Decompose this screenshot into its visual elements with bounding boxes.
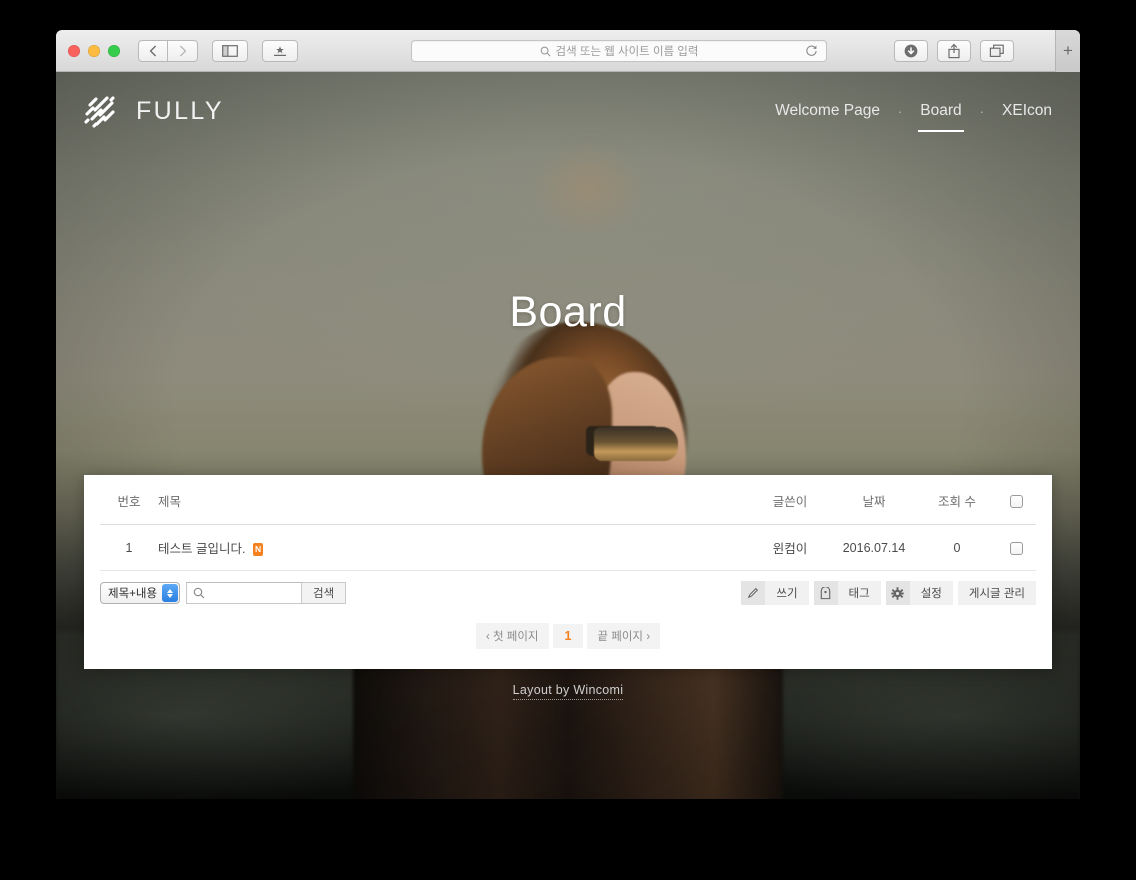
board-table: 번호 제목 글쓴이 날짜 조회 수 1 테스트 글입니다. N 윈컴이 2016… (100, 475, 1036, 571)
page-viewport: FULLY Welcome Page · Board · XEIcon Boar… (56, 72, 1080, 799)
row-hits: 0 (918, 524, 996, 571)
navigation-buttons (138, 39, 198, 62)
reload-button[interactable] (805, 44, 818, 63)
new-tab-button[interactable]: + (1055, 30, 1080, 72)
nav-separator-2: · (979, 103, 985, 119)
share-icon (948, 43, 960, 59)
chevron-left-icon (149, 45, 157, 56)
downloads-button[interactable] (894, 40, 928, 62)
board-toolbar: 제목+내용 검색 쓰기 태그 설정 게시글 관리 (100, 571, 1036, 617)
share-button[interactable] (937, 40, 971, 62)
row-date: 2016.07.14 (830, 524, 918, 571)
tag-icon (813, 581, 838, 605)
table-header-row: 번호 제목 글쓴이 날짜 조회 수 (100, 475, 1036, 525)
hero-section: Board (56, 150, 1080, 475)
nav-item-board[interactable]: Board (918, 98, 965, 132)
download-icon (904, 44, 918, 58)
chevron-right-icon: › (646, 631, 651, 643)
chevron-right-icon (179, 45, 186, 56)
tag-button[interactable]: 태그 (813, 581, 881, 605)
back-button[interactable] (138, 39, 168, 62)
last-page-label: 끝 페이지 (597, 631, 643, 643)
main-navigation: Welcome Page · Board · XEIcon (773, 98, 1054, 132)
column-header-hits: 조회 수 (918, 475, 996, 525)
tab-overview-icon (989, 44, 1004, 57)
star-in-box-icon (274, 45, 286, 56)
bookmarks-button[interactable] (262, 39, 298, 62)
write-post-label: 쓰기 (776, 588, 798, 600)
nav-item-xeicon[interactable]: XEIcon (1000, 98, 1054, 124)
zoom-window-button[interactable] (108, 44, 120, 57)
toolbar-right-buttons (894, 40, 1014, 62)
board-table-body: 1 테스트 글입니다. N 윈컴이 2016.07.14 0 (100, 524, 1036, 571)
brand[interactable]: FULLY (80, 91, 224, 131)
search-target-selected-label: 제목+내용 (108, 588, 158, 600)
pagination: ‹ 첫 페이지 1 끝 페이지 › (100, 617, 1036, 669)
column-header-date: 날짜 (830, 475, 918, 525)
board-panel: 번호 제목 글쓴이 날짜 조회 수 1 테스트 글입니다. N 윈컴이 2016… (84, 475, 1052, 669)
table-row: 1 테스트 글입니다. N 윈컴이 2016.07.14 0 (100, 524, 1036, 571)
address-bar[interactable]: 검색 또는 웹 사이트 이름 입력 (411, 40, 827, 62)
minimize-window-button[interactable] (88, 44, 100, 57)
close-window-button[interactable] (68, 44, 80, 57)
footer-credit-link[interactable]: Layout by Wincomi (512, 683, 624, 700)
search-field-wrap[interactable] (186, 582, 303, 604)
manage-posts-button[interactable]: 게시글 관리 (957, 581, 1036, 605)
nav-item-welcome-page[interactable]: Welcome Page (773, 98, 882, 124)
row-select-cell (996, 524, 1036, 571)
page-number-1[interactable]: 1 (552, 624, 584, 648)
page-title: Board (509, 288, 627, 336)
row-title-cell: 테스트 글입니다. N (158, 524, 750, 571)
row-title-link[interactable]: 테스트 글입니다. (158, 542, 245, 556)
search-icon (193, 587, 205, 599)
column-header-author: 글쓴이 (750, 475, 830, 525)
address-bar-placeholder: 검색 또는 웹 사이트 이름 입력 (555, 46, 699, 58)
site-header: FULLY Welcome Page · Board · XEIcon (56, 72, 1080, 150)
search-submit-button[interactable]: 검색 (302, 582, 347, 604)
chevron-down-icon (167, 593, 174, 598)
write-post-button[interactable]: 쓰기 (741, 581, 809, 605)
manage-posts-label: 게시글 관리 (968, 588, 1025, 600)
new-tab-label: + (1063, 41, 1073, 60)
row-checkbox[interactable] (1009, 541, 1023, 555)
window-traffic-lights (68, 44, 120, 57)
select-all-checkbox[interactable] (1009, 494, 1023, 508)
gear-icon (885, 581, 910, 605)
chevron-left-icon: ‹ (485, 631, 490, 643)
tab-overview-button[interactable] (980, 40, 1014, 62)
settings-button[interactable]: 설정 (885, 581, 953, 605)
first-page-button[interactable]: ‹ 첫 페이지 (475, 623, 549, 649)
first-page-label: 첫 페이지 (493, 631, 539, 643)
browser-toolbar: 검색 또는 웹 사이트 이름 입력 + (56, 30, 1080, 72)
board-action-buttons: 쓰기 태그 설정 게시글 관리 (741, 581, 1036, 605)
row-no: 1 (100, 524, 158, 571)
browser-window: 검색 또는 웹 사이트 이름 입력 + FULLY Welcome Page ·… (56, 30, 1080, 799)
tag-label: 태그 (848, 588, 870, 600)
reload-icon (806, 45, 817, 56)
diagonal-dashes-logo (84, 96, 115, 128)
search-icon (540, 46, 551, 56)
search-input[interactable] (209, 587, 296, 599)
column-header-title: 제목 (158, 475, 750, 525)
chevron-up-icon (167, 588, 174, 593)
column-header-select-all (996, 475, 1036, 525)
pencil-icon (741, 581, 766, 605)
sidebar-icon (222, 44, 238, 57)
site-footer: Layout by Wincomi (56, 669, 1080, 700)
show-sidebar-button[interactable] (212, 39, 248, 62)
column-header-no: 번호 (100, 475, 158, 525)
board-table-header: 번호 제목 글쓴이 날짜 조회 수 (100, 475, 1036, 525)
brand-name: FULLY (136, 96, 224, 125)
address-bar-content: 검색 또는 웹 사이트 이름 입력 (540, 43, 699, 59)
search-target-select[interactable]: 제목+내용 (100, 582, 181, 604)
forward-button[interactable] (168, 39, 198, 62)
new-post-badge: N (252, 543, 264, 556)
settings-label: 설정 (920, 588, 942, 600)
select-stepper-arrows[interactable] (162, 584, 179, 602)
nav-separator-1: · (897, 103, 903, 119)
row-author: 윈컴이 (750, 524, 830, 571)
last-page-button[interactable]: 끝 페이지 › (587, 623, 661, 649)
